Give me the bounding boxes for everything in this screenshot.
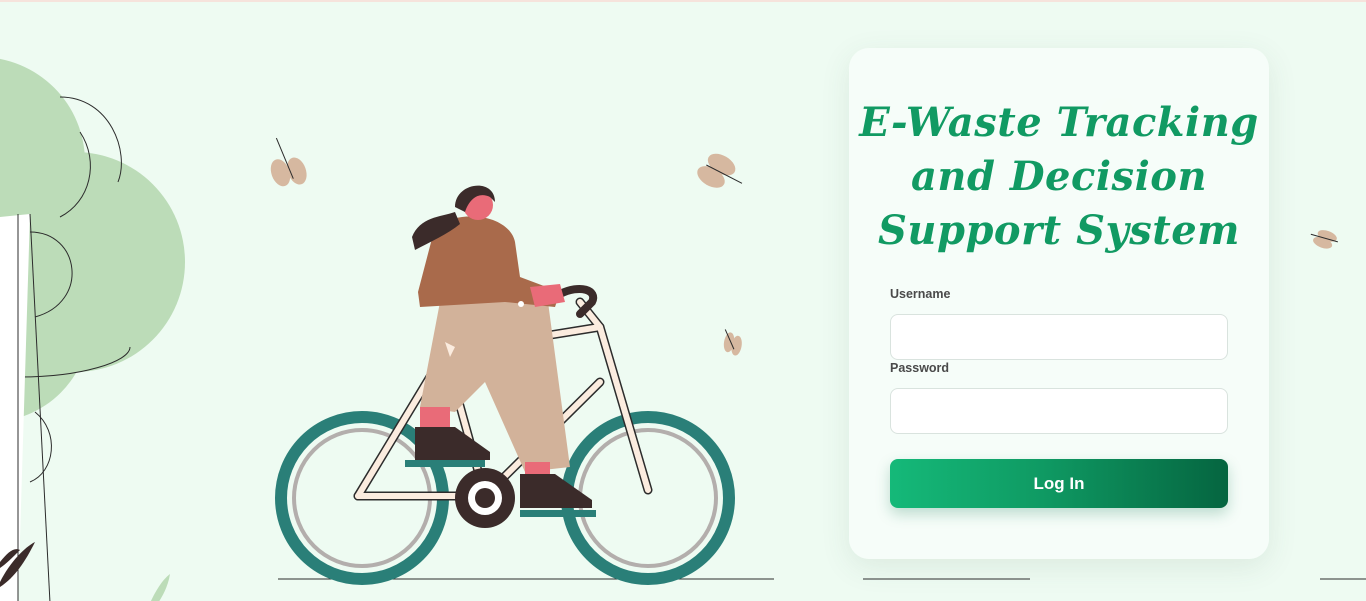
username-label: Username	[890, 287, 951, 301]
title-line-1: E-Waste Tracking	[859, 99, 1259, 146]
login-button[interactable]: Log In	[890, 459, 1228, 508]
app-title: E-Waste Tracking and Decision Support Sy…	[849, 96, 1269, 258]
cyclist-illustration	[275, 185, 735, 585]
username-input[interactable]	[890, 314, 1228, 360]
plant-illustration	[0, 542, 170, 601]
password-input[interactable]	[890, 388, 1228, 434]
tree-illustration	[0, 58, 185, 601]
title-line-3: Support System	[878, 207, 1240, 254]
title-line-2: and Decision	[910, 153, 1208, 200]
login-card: E-Waste Tracking and Decision Support Sy…	[849, 48, 1269, 559]
password-label: Password	[890, 361, 950, 375]
